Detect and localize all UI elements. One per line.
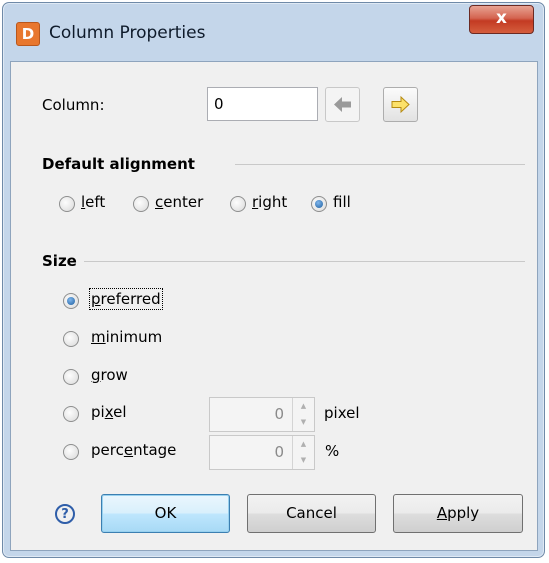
pixel-spinner-buttons[interactable]: ▲ ▼	[292, 398, 314, 431]
radio-size-preferred-label[interactable]: preferred	[89, 288, 163, 310]
pixel-unit-label: pixel	[324, 404, 360, 422]
close-button[interactable]: x	[469, 5, 534, 34]
column-index-field[interactable]: 0	[207, 87, 318, 121]
alignment-section-title: Default alignment	[42, 155, 195, 173]
radio-align-center-label[interactable]: center	[155, 193, 203, 211]
radio-align-fill[interactable]	[311, 196, 327, 212]
radio-align-center[interactable]	[133, 196, 149, 212]
radio-align-right[interactable]	[230, 196, 246, 212]
radio-size-minimum[interactable]	[63, 331, 79, 347]
spin-up-icon[interactable]: ▲	[293, 399, 314, 414]
dialog-window: D Column Properties x Column: 0 Default …	[2, 2, 545, 558]
arrow-left-icon	[334, 97, 351, 112]
alignment-divider	[235, 164, 525, 165]
radio-size-preferred[interactable]	[63, 293, 79, 309]
title-bar[interactable]: D Column Properties x	[3, 3, 544, 61]
radio-size-minimum-label[interactable]: minimum	[91, 328, 162, 346]
previous-column-button[interactable]	[325, 87, 360, 122]
dialog-body: Column: 0 Default alignment left center …	[10, 61, 538, 551]
apply-button[interactable]: Apply	[393, 494, 523, 533]
percentage-spinner-buttons[interactable]: ▲ ▼	[292, 436, 314, 469]
arrow-right-icon	[391, 95, 410, 114]
size-divider	[84, 261, 525, 262]
radio-align-right-label[interactable]: right	[252, 193, 287, 211]
radio-size-grow-label[interactable]: grow	[91, 366, 128, 384]
dialog-title: Column Properties	[49, 23, 206, 43]
pixel-spinner-value: 0	[274, 405, 284, 423]
pixel-spinner-field[interactable]: 0 ▲ ▼	[209, 397, 315, 432]
radio-align-fill-label[interactable]: fill	[333, 193, 351, 211]
spin-down-icon[interactable]: ▼	[293, 453, 314, 468]
spin-down-icon[interactable]: ▼	[293, 415, 314, 430]
cancel-button[interactable]: Cancel	[247, 494, 376, 533]
spin-up-icon[interactable]: ▲	[293, 437, 314, 452]
app-logo-icon: D	[16, 22, 40, 46]
percentage-unit-label: %	[325, 442, 340, 460]
ok-button[interactable]: OK	[101, 494, 230, 533]
percentage-spinner-field[interactable]: 0 ▲ ▼	[209, 435, 315, 470]
column-label: Column:	[42, 96, 105, 114]
radio-size-percentage[interactable]	[63, 444, 79, 460]
radio-align-left[interactable]	[59, 196, 75, 212]
next-column-button[interactable]	[383, 87, 418, 122]
radio-size-pixel-label[interactable]: pixel	[91, 403, 127, 421]
close-icon: x	[496, 8, 507, 28]
help-icon[interactable]: ?	[55, 504, 75, 524]
radio-size-percentage-label[interactable]: percentage	[91, 441, 176, 459]
percentage-spinner-value: 0	[274, 443, 284, 461]
size-section-title: Size	[42, 252, 77, 270]
radio-size-grow[interactable]	[63, 369, 79, 385]
radio-size-pixel[interactable]	[63, 406, 79, 422]
radio-align-left-label[interactable]: left	[81, 193, 105, 211]
